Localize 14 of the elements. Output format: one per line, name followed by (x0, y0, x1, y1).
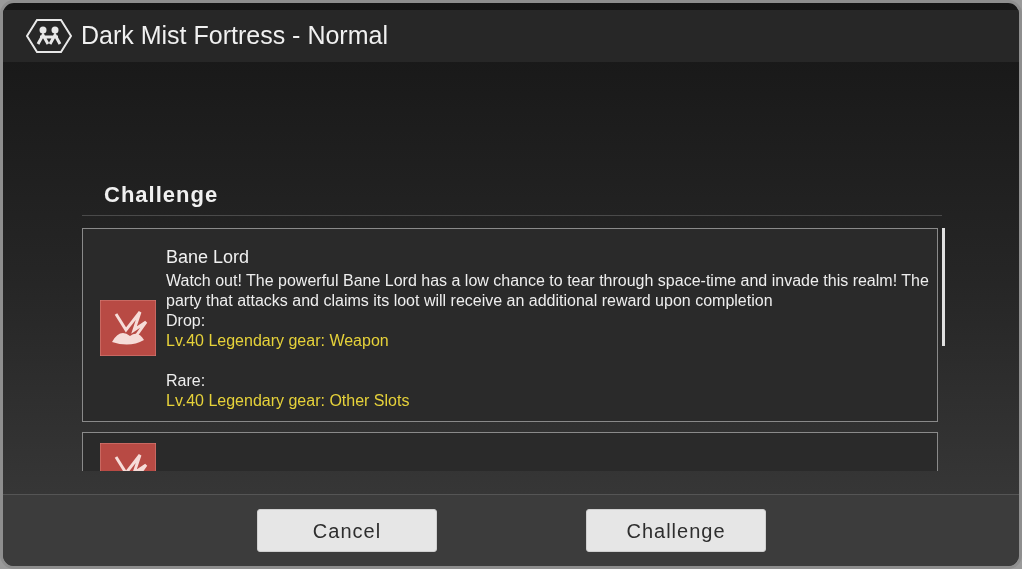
drop-item: Lv.40 Legendary gear: Weapon (166, 331, 390, 351)
dialog-button[interactable]: Challenge (586, 509, 766, 552)
rare-label: Rare: (166, 371, 207, 391)
dialog-button[interactable]: Cancel (257, 509, 437, 552)
rare-item: Lv.40 Legendary gear: Other Slots (166, 391, 411, 411)
scrollbar[interactable] (942, 228, 945, 346)
drop-label: Drop: (166, 311, 207, 331)
boss-name: Bane Lord (166, 246, 251, 269)
section-heading: Challenge (103, 182, 219, 207)
monster-icon (100, 300, 156, 356)
challenge-card[interactable] (82, 228, 938, 422)
party-icon (25, 18, 73, 54)
boss-description: Watch out! The powerful Bane Lord has a low chance to tear through space-time and invade this realm! The party that attacks and claims its loot will receive an additional reward upon completion (166, 271, 929, 311)
window-title: Dark Mist Fortress - Normal (81, 20, 388, 52)
